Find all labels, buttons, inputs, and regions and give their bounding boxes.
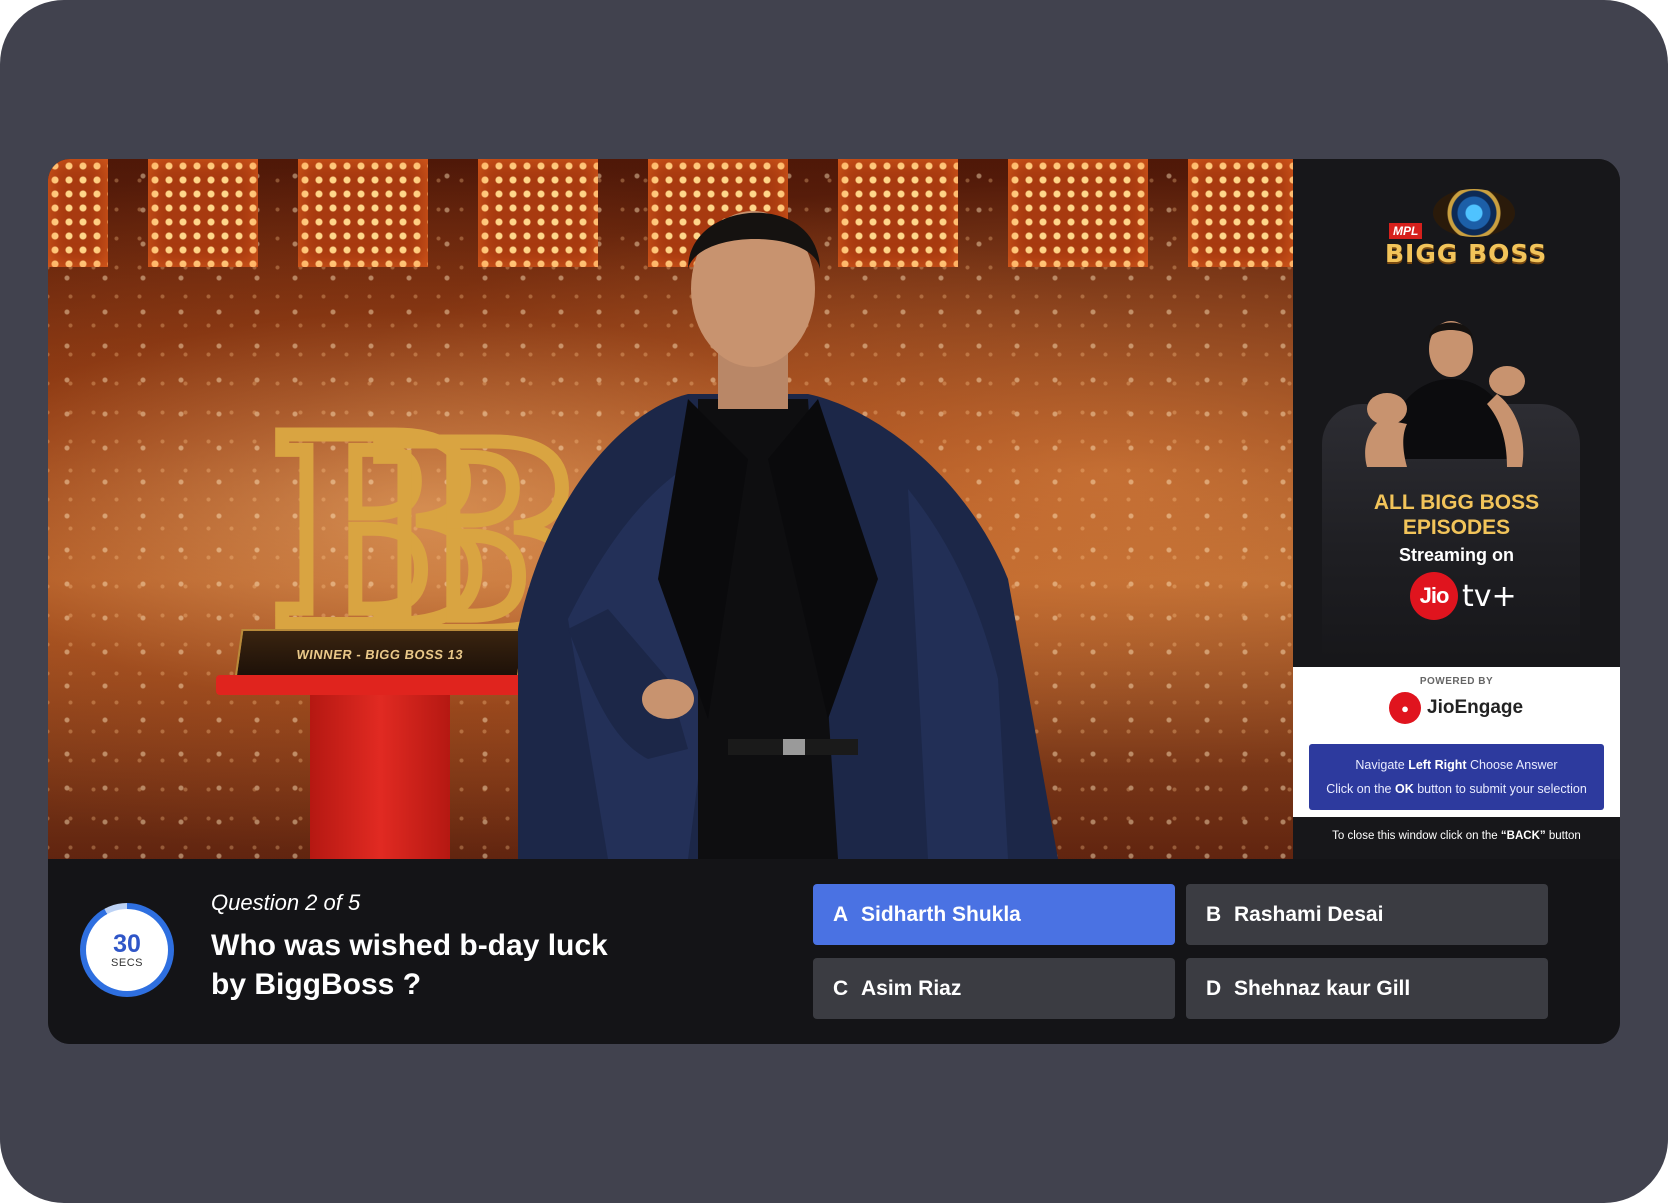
close-window-note: To close this window click on the “BACK”… <box>1293 830 1620 842</box>
host-figure <box>518 211 1058 859</box>
help-text: Click on the <box>1326 782 1392 796</box>
help-key-left-right: Left Right <box>1408 758 1467 772</box>
help-line-2: Click on the OK button to submit your se… <box>1309 777 1604 801</box>
answer-option-b[interactable]: B Rashami Desai <box>1186 884 1548 945</box>
bigg-boss-eye-icon <box>1433 189 1515 237</box>
close-note-text: To close this window click on the <box>1332 830 1498 842</box>
question-text-line2: by BiggBoss ? <box>211 968 422 1001</box>
help-text: Choose Answer <box>1470 758 1558 772</box>
promo-headline-line1: ALL BIGG BOSS <box>1373 491 1540 514</box>
tv-device-frame: B B WINNER - BIGG BOSS 13 MPL BIGG BOSS … <box>0 0 1668 1203</box>
navigation-help-box: Navigate Left Right Choose Answer Click … <box>1309 744 1604 810</box>
powered-by-section: POWERED BY ● JioEngage Navigate Left Rig… <box>1293 667 1620 817</box>
answer-option-d[interactable]: D Shehnaz kaur Gill <box>1186 958 1548 1019</box>
option-letter: A <box>833 902 849 926</box>
help-line-1: Navigate Left Right Choose Answer <box>1309 753 1604 777</box>
tv-screen: B B WINNER - BIGG BOSS 13 MPL BIGG BOSS … <box>48 159 1620 1044</box>
help-key-ok: OK <box>1395 782 1414 796</box>
mpl-logo: MPL <box>1389 223 1423 239</box>
jioengage-icon: ● <box>1389 692 1421 724</box>
help-text: button to submit your selection <box>1417 782 1587 796</box>
option-letter: B <box>1206 902 1222 926</box>
close-note-text: button <box>1548 830 1581 842</box>
promo-headline: ALL BIGG BOSS EPISODES <box>1293 490 1620 540</box>
host-boxing-pose-image <box>1365 321 1525 467</box>
timer-unit: SECS <box>111 957 143 969</box>
option-letter: C <box>833 976 849 1000</box>
option-label: Rashami Desai <box>1234 902 1384 926</box>
promo-subline: Streaming on <box>1398 545 1514 565</box>
help-text: Navigate <box>1355 758 1405 772</box>
promo-panel: MPL BIGG BOSS ALL BIGG BOSS EPISODES Str… <box>1293 159 1620 859</box>
timer-face: 30 SECS <box>86 909 168 991</box>
powered-by-label: POWERED BY <box>1419 676 1494 687</box>
question-bar: 30 SECS Question 2 of 5 Who was wished b… <box>48 859 1620 1044</box>
option-label: Asim Riaz <box>861 976 962 1000</box>
jioengage-brand: ● JioEngage <box>1389 692 1523 724</box>
option-letter: D <box>1206 976 1222 1000</box>
question-text-line1: Who was wished b-day luck <box>211 929 608 962</box>
option-label: Sidharth Shukla <box>861 902 1021 926</box>
answer-option-c[interactable]: C Asim Riaz <box>813 958 1175 1019</box>
promo-headline-line2: EPISODES <box>1402 516 1511 539</box>
answer-option-a[interactable]: A Sidharth Shukla <box>813 884 1175 945</box>
jioengage-name: JioEngage <box>1427 697 1524 718</box>
close-note-back-key: “BACK” <box>1500 830 1546 842</box>
question-text: Who was wished b-day luck by BiggBoss ? <box>211 926 681 1004</box>
bigg-boss-logo: MPL BIGG BOSS <box>1293 189 1620 289</box>
stage-photo: B B WINNER - BIGG BOSS 13 <box>48 159 1293 859</box>
timer-value: 30 <box>113 930 141 958</box>
bigg-boss-wordmark: BIGG BOSS <box>1385 239 1548 268</box>
jio-tv-plus-logo: Jio tv+ <box>1410 572 1517 620</box>
countdown-timer: 30 SECS <box>80 903 174 997</box>
option-label: Shehnaz kaur Gill <box>1234 976 1411 1000</box>
jio-logo-icon: Jio <box>1410 572 1458 620</box>
tv-plus-label: tv+ <box>1462 578 1517 614</box>
question-index: Question 2 of 5 <box>211 890 361 915</box>
